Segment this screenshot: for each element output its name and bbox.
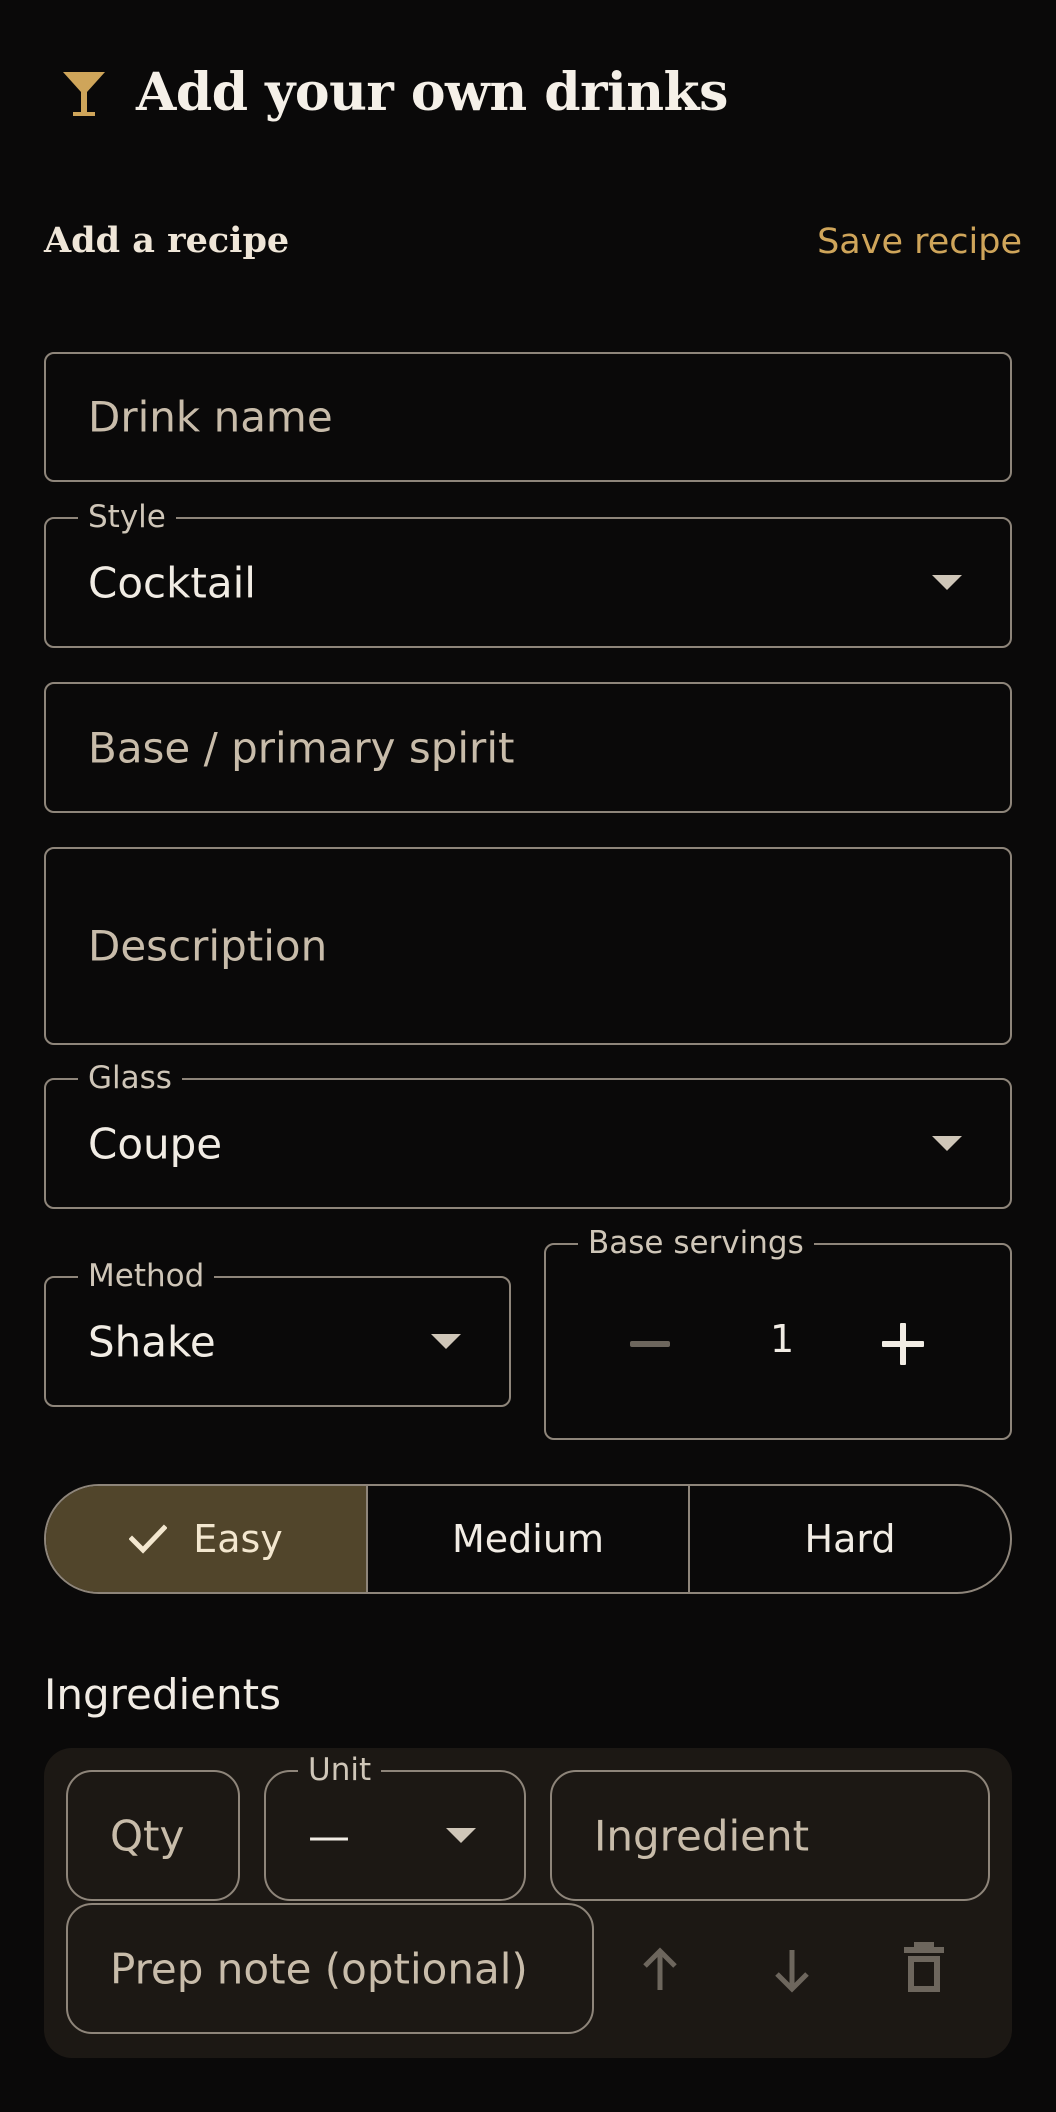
prep-note-field[interactable]: Prep note (optional) <box>66 1903 594 2034</box>
move-up-icon[interactable] <box>640 1946 680 1994</box>
chevron-down-icon <box>431 1333 461 1349</box>
prep-note-placeholder: Prep note (optional) <box>110 1944 528 1993</box>
chevron-down-icon <box>446 1827 476 1843</box>
chevron-down-icon <box>932 1135 962 1151</box>
style-select[interactable]: Style Cocktail <box>44 500 1012 648</box>
ingredient-row-card: Qty Unit — Ingredient Prep note (optiona… <box>44 1748 1012 2058</box>
base-spirit-field[interactable]: Base / primary spirit <box>44 682 1012 813</box>
qty-placeholder: Qty <box>110 1811 185 1860</box>
decrement-button[interactable] <box>630 1341 670 1347</box>
glass-select[interactable]: Glass Coupe <box>44 1061 1012 1209</box>
check-icon <box>129 1524 168 1554</box>
difficulty-segmented-control: Easy Medium Hard <box>44 1484 1012 1594</box>
ingredient-field[interactable]: Ingredient <box>550 1770 990 1901</box>
unit-select[interactable]: Unit — <box>264 1753 526 1901</box>
servings-value: 1 <box>770 1317 795 1361</box>
method-select[interactable]: Method Shake <box>44 1259 511 1407</box>
section-title: Add a recipe <box>44 220 290 261</box>
save-recipe-button[interactable]: Save recipe <box>817 222 1022 262</box>
glass-value: Coupe <box>88 1119 223 1168</box>
style-value: Cocktail <box>88 558 256 607</box>
difficulty-easy-label: Easy <box>193 1517 283 1561</box>
drink-name-field[interactable]: Drink name <box>44 352 1012 482</box>
page-title: Add your own drinks <box>136 62 728 123</box>
description-field[interactable]: Description <box>44 847 1012 1045</box>
cocktail-glass-icon <box>63 72 105 116</box>
difficulty-medium-label: Medium <box>452 1517 604 1561</box>
unit-value: — <box>308 1811 350 1860</box>
difficulty-easy-option[interactable]: Easy <box>46 1486 366 1592</box>
delete-icon[interactable] <box>902 1942 946 1994</box>
ingredients-heading: Ingredients <box>44 1670 281 1719</box>
servings-stepper: Base servings 1 <box>544 1226 1012 1440</box>
increment-button[interactable] <box>882 1323 924 1365</box>
description-placeholder: Description <box>88 921 328 971</box>
difficulty-hard-option[interactable]: Hard <box>688 1486 1010 1592</box>
method-label: Method <box>78 1259 215 1293</box>
ingredient-placeholder: Ingredient <box>594 1811 810 1860</box>
servings-label: Base servings <box>578 1226 814 1260</box>
drink-name-placeholder: Drink name <box>88 392 333 442</box>
glass-label: Glass <box>78 1061 182 1095</box>
base-spirit-placeholder: Base / primary spirit <box>88 723 515 772</box>
chevron-down-icon <box>932 574 962 590</box>
unit-label: Unit <box>298 1753 382 1787</box>
qty-field[interactable]: Qty <box>66 1770 240 1901</box>
method-value: Shake <box>88 1317 216 1366</box>
difficulty-medium-option[interactable]: Medium <box>366 1486 688 1592</box>
style-label: Style <box>78 500 176 534</box>
difficulty-hard-label: Hard <box>804 1517 896 1561</box>
move-down-icon[interactable] <box>772 1946 812 1994</box>
